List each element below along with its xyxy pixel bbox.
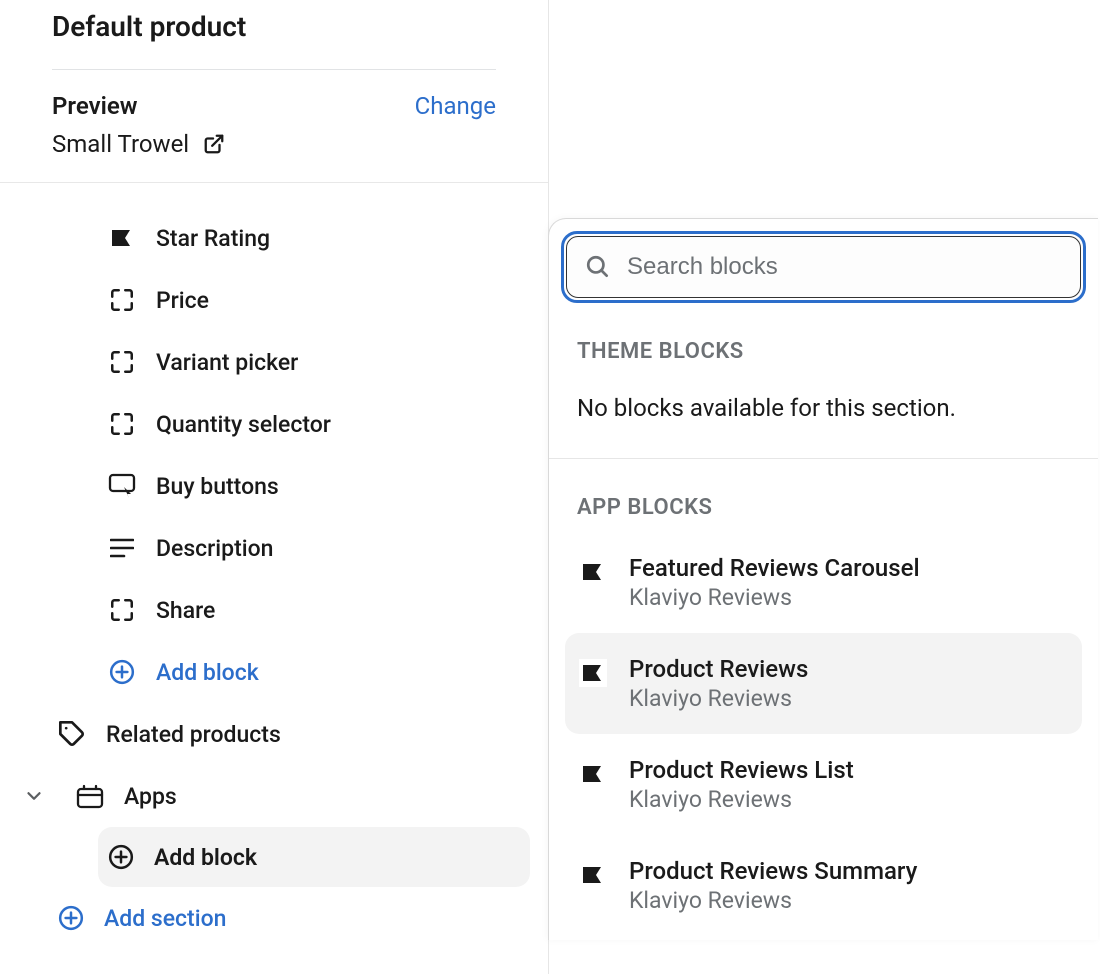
header: Default product Preview Change Small Tro…	[0, 0, 548, 182]
block-icon	[108, 597, 136, 623]
buy-icon	[108, 473, 136, 499]
apps-icon	[76, 783, 104, 809]
tree-item-share[interactable]: Share	[0, 579, 548, 641]
theme-blocks-empty: No blocks available for this section.	[549, 364, 1098, 458]
add-block-label: Add block	[156, 659, 259, 686]
search-field[interactable]	[566, 236, 1081, 298]
app-blocks-heading: APP BLOCKS	[549, 459, 1098, 520]
flag-icon	[579, 659, 607, 687]
add-block-button[interactable]: Add block	[0, 641, 548, 703]
plus-circle-icon	[58, 905, 84, 931]
tree-item-buy-buttons[interactable]: Buy buttons	[0, 455, 548, 517]
flag-icon	[579, 861, 607, 889]
app-block-featured-reviews-carousel[interactable]: Featured Reviews Carousel Klaviyo Review…	[565, 532, 1082, 633]
plus-circle-icon	[108, 659, 136, 685]
preview-label: Preview	[52, 92, 137, 120]
tree-item-label: Related products	[106, 721, 281, 748]
flag-icon	[579, 760, 607, 788]
tree-item-label: Buy buttons	[156, 473, 279, 500]
tree-item-variant-picker[interactable]: Variant picker	[0, 331, 548, 393]
change-link[interactable]: Change	[415, 92, 496, 120]
tree-item-price[interactable]: Price	[0, 269, 548, 331]
tree-item-related-products[interactable]: Related products	[0, 703, 548, 765]
left-panel: Default product Preview Change Small Tro…	[0, 0, 548, 974]
app-block-title: Product Reviews Summary	[629, 857, 917, 885]
app-block-product-reviews-summary[interactable]: Product Reviews Summary Klaviyo Reviews	[565, 835, 1082, 936]
tree-item-label: Share	[156, 597, 215, 624]
tree: Star Rating Price Variant picker Quantit…	[0, 183, 548, 949]
app-block-subtitle: Klaviyo Reviews	[629, 685, 808, 712]
preview-row: Preview Change	[52, 70, 496, 120]
tag-icon	[58, 720, 86, 748]
app-block-subtitle: Klaviyo Reviews	[629, 584, 920, 611]
tree-item-star-rating[interactable]: Star Rating	[0, 207, 548, 269]
block-icon	[108, 349, 136, 375]
app-block-title: Product Reviews List	[629, 756, 854, 784]
tree-item-description[interactable]: Description	[0, 517, 548, 579]
search-wrap	[549, 219, 1098, 303]
block-icon	[108, 287, 136, 313]
product-row[interactable]: Small Trowel	[52, 120, 496, 182]
add-block-apps-button[interactable]: Add block	[98, 827, 530, 887]
page-title: Default product	[52, 10, 496, 69]
add-block-label: Add block	[154, 844, 257, 871]
app-block-subtitle: Klaviyo Reviews	[629, 887, 917, 914]
tree-item-label: Price	[156, 287, 209, 314]
tree-item-label: Description	[156, 535, 273, 562]
tree-item-apps[interactable]: Apps	[0, 765, 548, 827]
tree-item-label: Variant picker	[156, 349, 298, 376]
app-block-list: Featured Reviews Carousel Klaviyo Review…	[549, 520, 1098, 940]
app-block-product-reviews-list[interactable]: Product Reviews List Klaviyo Reviews	[565, 734, 1082, 835]
app-block-product-reviews[interactable]: Product Reviews Klaviyo Reviews	[565, 633, 1082, 734]
app-block-title: Product Reviews	[629, 655, 808, 683]
description-icon	[108, 538, 136, 558]
search-focus-ring	[561, 231, 1086, 303]
chevron-down-icon[interactable]	[20, 785, 48, 807]
add-section-button[interactable]: Add section	[0, 887, 548, 949]
search-input[interactable]	[627, 253, 1062, 281]
product-name: Small Trowel	[52, 130, 189, 158]
flag-icon	[579, 558, 607, 586]
tree-item-label: Quantity selector	[156, 411, 331, 438]
block-icon	[108, 411, 136, 437]
blocks-popover: THEME BLOCKS No blocks available for thi…	[548, 218, 1098, 940]
tree-item-label: Star Rating	[156, 225, 270, 252]
plus-circle-icon	[108, 844, 134, 870]
theme-blocks-heading: THEME BLOCKS	[549, 303, 1098, 364]
external-link-icon	[203, 133, 225, 155]
search-icon	[585, 254, 611, 280]
tree-item-label: Apps	[124, 783, 177, 810]
add-section-label: Add section	[104, 905, 226, 932]
app-block-title: Featured Reviews Carousel	[629, 554, 920, 582]
app-block-subtitle: Klaviyo Reviews	[629, 786, 854, 813]
tree-item-quantity-selector[interactable]: Quantity selector	[0, 393, 548, 455]
flag-icon	[108, 230, 136, 246]
